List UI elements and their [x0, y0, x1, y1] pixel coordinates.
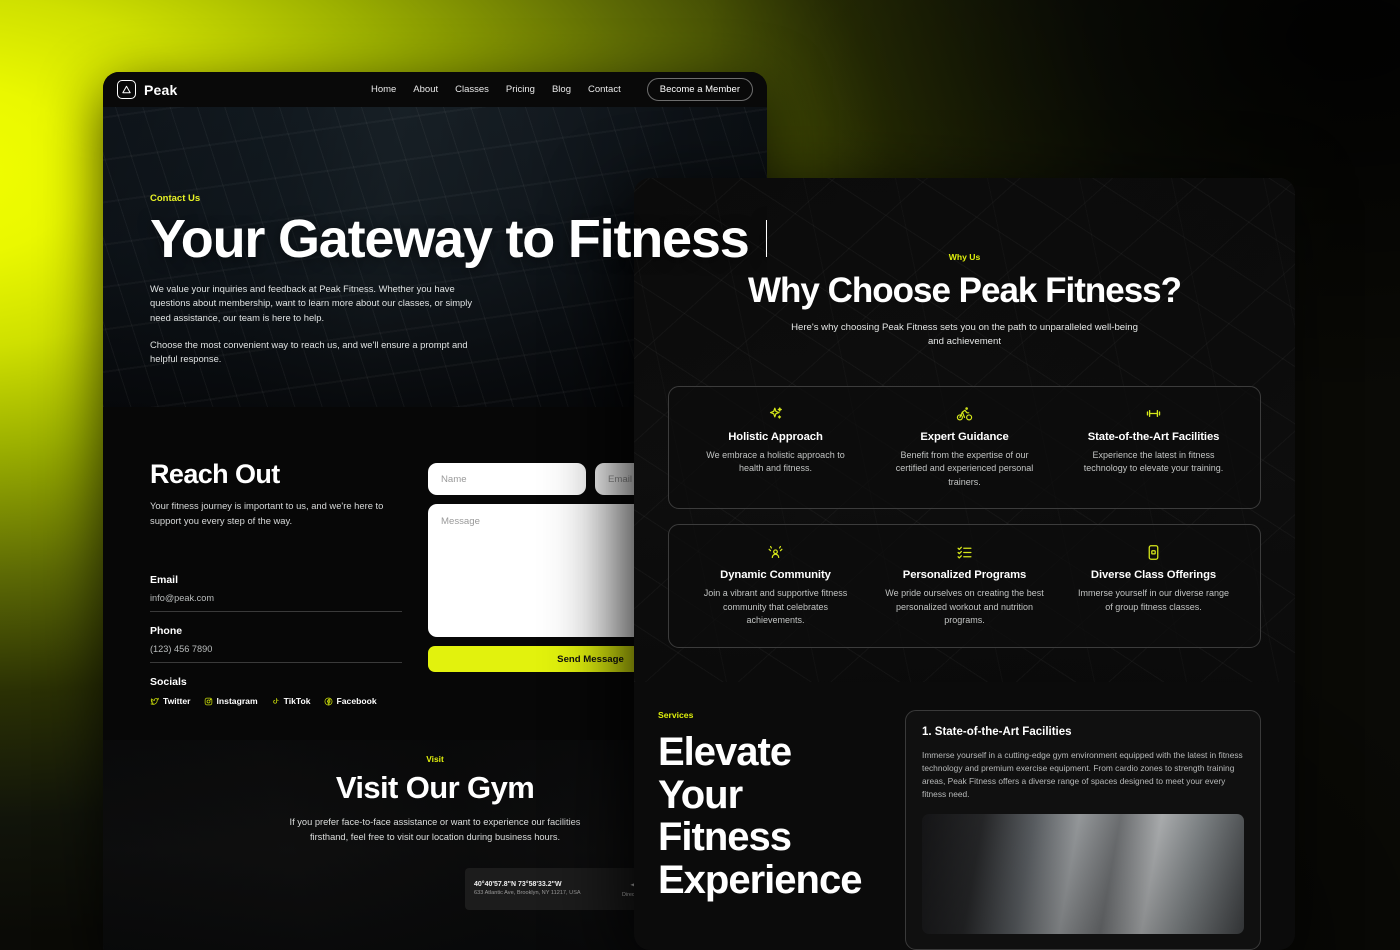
services-title: Elevate Your Fitness Experience [658, 729, 862, 903]
service-card-facilities[interactable]: 1. State-of-the-Art Facilities Immerse y… [905, 709, 1261, 950]
hero-title: Your Gateway to Fitness Excellence [150, 209, 767, 269]
nav-link-home[interactable]: Home [371, 84, 396, 95]
nav-links: Home About Classes Pricing Blog Contact … [371, 78, 753, 101]
social-link-instagram[interactable]: Instagram [204, 696, 258, 706]
contact-label-email: Email [150, 574, 179, 587]
hero-paragraph-2: Choose the most convenient way to reach … [150, 338, 468, 365]
features-grid: Holistic Approach We embrace a holistic … [668, 385, 1261, 648]
brand-logo[interactable]: Peak [117, 80, 178, 99]
social-link-twitter[interactable]: Twitter [150, 696, 191, 706]
instagram-icon [204, 697, 212, 705]
social-label-twitter: Twitter [163, 696, 191, 707]
contact-details: Email info@peak.com Phone (123) 456 7890… [150, 574, 402, 706]
feature-title: Holistic Approach [728, 430, 823, 443]
right-browser-window: Why Us Why Choose Peak Fitness? Here's w… [634, 178, 1295, 950]
services-heading-block: Services Elevate Your Fitness Experience [658, 710, 883, 950]
feature-card-diverse-class-offerings[interactable]: Diverse Class Offerings Immerse yourself… [1059, 542, 1248, 628]
reach-out-info: Reach Out Your fitness journey is import… [150, 459, 402, 706]
hero-paragraph-1: We value your inquiries and feedback at … [150, 282, 473, 324]
social-label-facebook: Facebook [336, 696, 377, 707]
feature-title: Dynamic Community [720, 569, 831, 582]
site-navbar: Peak Home About Classes Pricing Blog Con… [103, 72, 767, 107]
twitter-icon [150, 697, 159, 705]
triangle-mountain-icon [117, 80, 136, 99]
contact-row-phone: Phone (123) 456 7890 [150, 625, 402, 664]
why-eyebrow: Why Us [948, 252, 981, 262]
sparkles-icon [695, 404, 856, 424]
users-group-icon [695, 542, 856, 562]
become-a-member-button[interactable]: Become a Member [646, 78, 753, 101]
class-card-icon [1073, 542, 1234, 562]
services-section: Services Elevate Your Fitness Experience… [634, 681, 1295, 950]
reach-out-subtitle: Your fitness journey is important to us,… [150, 500, 384, 526]
checklist-icon [884, 542, 1045, 562]
map-coordinates: 40°40'57.8"N 73°58'33.2"W [474, 881, 562, 889]
why-lead: Here's why choosing Peak Fitness sets yo… [791, 322, 1138, 348]
facebook-icon [324, 697, 332, 706]
features-row-2: Dynamic Community Join a vibrant and sup… [668, 524, 1261, 648]
feature-text: Immerse yourself in our diverse range of… [1077, 588, 1230, 612]
features-row-1: Holistic Approach We embrace a holistic … [668, 385, 1261, 510]
feature-text: Join a vibrant and supportive fitness co… [703, 588, 848, 626]
feature-text: We embrace a holistic approach to health… [706, 449, 845, 474]
contact-label-phone: Phone [150, 625, 183, 638]
feature-title: Expert Guidance [920, 430, 1009, 443]
feature-title: State-of-the-Art Facilities [1087, 430, 1220, 443]
name-input[interactable] [428, 463, 586, 495]
feature-card-holistic-approach[interactable]: Holistic Approach We embrace a holistic … [681, 404, 870, 490]
feature-card-state-of-the-art-facilities[interactable]: State-of-the-Art Facilities Experience t… [1059, 404, 1248, 490]
nav-link-contact[interactable]: Contact [588, 84, 621, 95]
reach-out-title: Reach Out [150, 459, 280, 489]
nav-link-pricing[interactable]: Pricing [506, 84, 535, 95]
nav-link-about[interactable]: About [413, 84, 438, 95]
feature-card-dynamic-community[interactable]: Dynamic Community Join a vibrant and sup… [681, 542, 870, 628]
feature-text: Benefit from the expertise of our certif… [895, 449, 1034, 487]
service-card-title: 1. State-of-the-Art Facilities [922, 725, 1072, 738]
social-label-tiktok: TikTok [283, 696, 311, 707]
hero-eyebrow: Contact Us [150, 193, 201, 204]
feature-card-expert-guidance[interactable]: Expert Guidance Benefit from the experti… [870, 404, 1059, 490]
socials-list: Twitter Instagram TikTok Facebook [150, 696, 402, 706]
service-card-image [922, 813, 1244, 934]
feature-text: We pride ourselves on creating the best … [885, 588, 1044, 626]
social-link-facebook[interactable]: Facebook [324, 696, 377, 706]
why-title: Why Choose Peak Fitness? [747, 271, 1182, 310]
service-card-text: Immerse yourself in a cutting-edge gym e… [922, 749, 1243, 799]
feature-title: Personalized Programs [902, 569, 1027, 582]
services-eyebrow: Services [658, 709, 694, 720]
social-link-tiktok[interactable]: TikTok [271, 696, 311, 706]
social-label-instagram: Instagram [216, 696, 258, 707]
contact-value-email[interactable]: info@peak.com [150, 593, 402, 603]
map-location-card[interactable]: 40°40'57.8"N 73°58'33.2"W 633 Atlantic A… [465, 868, 655, 911]
feature-card-personalized-programs[interactable]: Personalized Programs We pride ourselves… [870, 542, 1059, 628]
dumbbell-icon [1073, 404, 1234, 424]
contact-row-email: Email info@peak.com [150, 574, 402, 613]
nav-link-classes[interactable]: Classes [455, 84, 489, 95]
socials-label: Socials [150, 676, 187, 689]
bike-icon [884, 404, 1045, 424]
map-address: 633 Atlantic Ave, Brooklyn, NY 11217, US… [474, 890, 581, 897]
feature-title: Diverse Class Offerings [1090, 569, 1217, 582]
contact-value-phone[interactable]: (123) 456 7890 [150, 644, 402, 654]
visit-description: If you prefer face-to-face assistance or… [289, 817, 581, 842]
feature-text: Experience the latest in fitness technol… [1083, 449, 1224, 474]
nav-link-blog[interactable]: Blog [552, 84, 571, 95]
brand-name: Peak [144, 81, 178, 98]
tiktok-icon [272, 697, 279, 704]
why-choose-section: Why Us Why Choose Peak Fitness? Here's w… [634, 178, 1295, 682]
